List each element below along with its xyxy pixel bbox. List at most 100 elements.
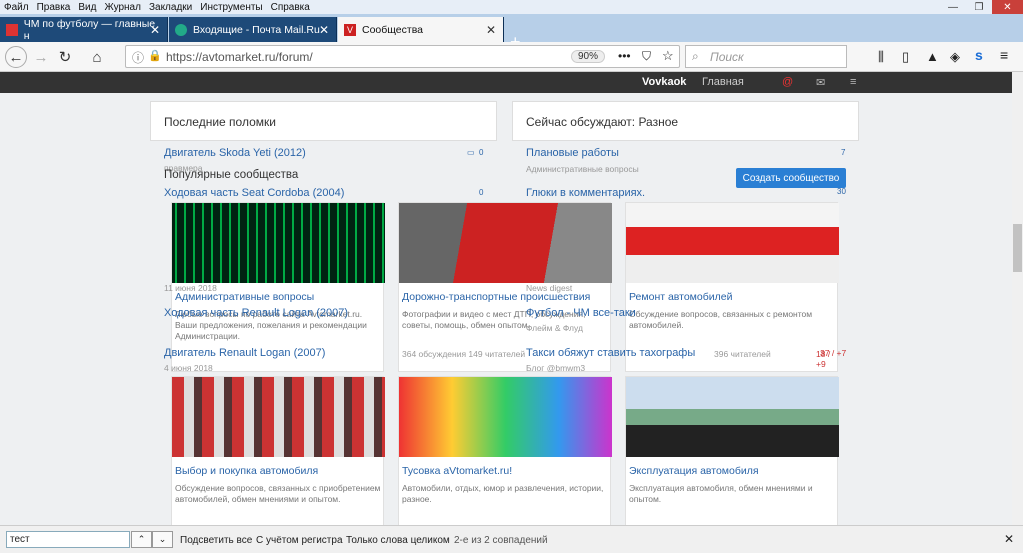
username-link[interactable]: Vovkaok — [642, 76, 686, 88]
discussion-meta: Флейм & Флуд — [526, 323, 583, 333]
close-tab-icon[interactable]: ✕ — [319, 23, 329, 37]
close-find-icon[interactable]: ✕ — [1004, 532, 1014, 546]
search-icon: ⌕ — [692, 49, 699, 63]
address-bar[interactable]: ⓘ 🔒 https://avtomarket.ru/forum/ 90% •••… — [125, 45, 680, 68]
discussion-link[interactable]: Футбол - ЧМ все-таки — [526, 307, 636, 319]
card-description: Автомобили, отдых, юмор и развлечения, и… — [402, 483, 604, 504]
scrollbar-thumb[interactable] — [1013, 224, 1022, 272]
info-icon[interactable]: ⓘ — [132, 49, 144, 66]
navigation-toolbar: ← → ↻ ⌂ ⓘ 🔒 https://avtomarket.ru/forum/… — [0, 42, 1023, 72]
breakdown-link[interactable]: Двигатель Renault Logan (2007) — [164, 347, 325, 359]
comment-count: 0 — [479, 148, 484, 157]
card-description: Эксплуатация автомобиля, обмен мнениями … — [629, 483, 813, 504]
match-case-toggle[interactable]: С учётом регистра — [256, 535, 343, 546]
tab-mail[interactable]: Входящие - Почта Mail.Ru ✕ — [169, 17, 337, 42]
card-title[interactable]: Ремонт автомобилей — [629, 291, 732, 303]
home-icon[interactable]: ⌂ — [86, 46, 108, 68]
card-title[interactable]: Тусовка aVtomarket.ru! — [402, 465, 512, 477]
panel-title: Последние поломки — [164, 115, 276, 129]
close-window-button[interactable]: ✕ — [992, 0, 1023, 14]
discussion-link[interactable]: Глюки в комментариях. — [526, 187, 645, 199]
find-bar: тест ⌃ ⌄ Подсветить все С учётом регистр… — [0, 525, 1023, 553]
mail-favicon-icon — [175, 23, 187, 36]
site-header: Vovkaok Главная @ ✉ ≡ — [0, 72, 1012, 93]
community-card[interactable]: Тусовка aVtomarket.ru! Автомобили, отдых… — [398, 376, 612, 525]
find-previous-icon[interactable]: ⌃ — [131, 531, 152, 548]
sidebar-icon[interactable]: ▯ — [902, 49, 909, 65]
mail-icon[interactable]: ✉ — [816, 76, 825, 89]
tab-communities[interactable]: V Сообщества ✕ — [338, 17, 504, 42]
extension-2-icon[interactable]: ◈ — [950, 49, 960, 65]
card-description: Обсуждение вопросов, связанных с приобре… — [175, 483, 381, 504]
tab-label: ЧМ по футболу — главные н — [23, 17, 156, 42]
page-scrollbar[interactable] — [1012, 72, 1023, 525]
restore-button[interactable]: ❐ — [966, 0, 992, 14]
breakdown-meta: 11 июня 2018 — [164, 283, 217, 293]
breakdown-link[interactable]: Двигатель Skoda Yeti (2012) — [164, 147, 306, 159]
discussion-link[interactable]: Такси обяжут ставить тахографы — [526, 347, 695, 359]
breakdown-meta: 4 июня 2018 — [164, 363, 213, 373]
forward-arrow-icon[interactable]: → — [30, 46, 52, 68]
url-text[interactable]: https://avtomarket.ru/forum/ — [166, 50, 313, 64]
menu-bookmarks[interactable]: Закладки — [149, 2, 192, 13]
card-title[interactable]: Эксплуатация автомобиля — [629, 465, 759, 477]
home-link[interactable]: Главная — [702, 76, 744, 88]
page-content: Последние поломки Сейчас обсуждают: Разн… — [0, 93, 1012, 525]
breakdown-link[interactable]: Ходовая часть Seat Cordoba (2004) — [164, 187, 344, 199]
community-card[interactable]: Выбор и покупка автомобиля Обсуждение во… — [171, 376, 385, 525]
comment-count: 7 — [841, 148, 846, 157]
bookmark-star-icon[interactable]: ☆ — [662, 48, 674, 64]
comment-icon: ▭ — [467, 148, 475, 157]
search-placeholder: Поиск — [710, 50, 744, 64]
community-card[interactable]: Эксплуатация автомобиля Эксплуатация авт… — [625, 376, 839, 525]
card-stats: 396 читателей — [714, 349, 771, 359]
steering-wheel-image — [626, 377, 839, 457]
skype-icon[interactable]: s — [975, 47, 983, 63]
car-lot-image — [172, 377, 385, 457]
back-arrow-icon[interactable]: ← — [5, 46, 27, 68]
close-tab-icon[interactable]: ✕ — [486, 23, 496, 37]
menu-icon[interactable]: ≡ — [850, 76, 856, 88]
whole-words-toggle[interactable]: Только слова целиком — [346, 535, 450, 546]
highlight-all-toggle[interactable]: Подсветить все — [180, 535, 252, 546]
extension-icon[interactable]: ▲ — [926, 49, 939, 64]
tab-label: Входящие - Почта Mail.Ru — [193, 23, 320, 36]
card-counts: 37 / +7 — [820, 348, 847, 358]
minimize-button[interactable]: — — [940, 0, 966, 14]
card-stats: 364 обсуждения 149 читателей — [402, 349, 526, 359]
menu-edit[interactable]: Правка — [37, 2, 71, 13]
menu-history[interactable]: Журнал — [104, 2, 141, 13]
menu-hamburger-icon[interactable]: ≡ — [1000, 47, 1008, 63]
tab-strip: ЧМ по футболу — главные н ✕ Входящие - П… — [0, 14, 1023, 52]
tab-football[interactable]: ЧМ по футболу — главные н ✕ — [0, 17, 168, 42]
close-tab-icon[interactable]: ✕ — [150, 23, 160, 37]
more-actions-icon[interactable]: ••• — [618, 49, 631, 63]
discussion-link[interactable]: Плановые работы — [526, 147, 619, 159]
menu-file[interactable]: Файл — [4, 2, 29, 13]
menu-tools[interactable]: Инструменты — [200, 2, 262, 13]
find-next-icon[interactable]: ⌄ — [152, 531, 173, 548]
panel-title: Сейчас обсуждают: Разное — [526, 115, 679, 129]
comment-count: 0 — [479, 188, 484, 197]
avtomarket-favicon-icon: V — [344, 23, 356, 36]
recent-breakdowns-panel: Последние поломки — [150, 101, 497, 141]
create-community-button[interactable]: Создать сообщество — [736, 168, 846, 188]
at-icon[interactable]: @ — [782, 76, 793, 88]
discussion-meta: Блог @bmwm3 — [526, 363, 586, 373]
party-image — [399, 377, 612, 457]
menu-view[interactable]: Вид — [78, 2, 96, 13]
reload-icon[interactable]: ↻ — [54, 46, 76, 68]
discussion-meta: Административные вопросы — [526, 164, 639, 174]
menu-help[interactable]: Справка — [271, 2, 310, 13]
lock-icon: 🔒 — [148, 50, 162, 62]
breakdown-link[interactable]: Ходовая часть Renault Logan (2007) — [164, 307, 348, 319]
popular-communities-title: Популярные сообщества — [164, 169, 299, 181]
find-input[interactable]: тест — [6, 531, 130, 548]
card-title[interactable]: Выбор и покупка автомобиля — [175, 465, 318, 477]
library-icon[interactable]: ⫼ — [878, 49, 884, 65]
pocket-icon[interactable]: ⛉ — [642, 49, 651, 64]
comment-count: 30 — [837, 187, 846, 196]
search-field[interactable]: ⌕ Поиск — [685, 45, 847, 68]
card-description: Обсуждение вопросов, связанных с ремонто… — [629, 309, 813, 330]
zoom-level[interactable]: 90% — [571, 50, 606, 63]
